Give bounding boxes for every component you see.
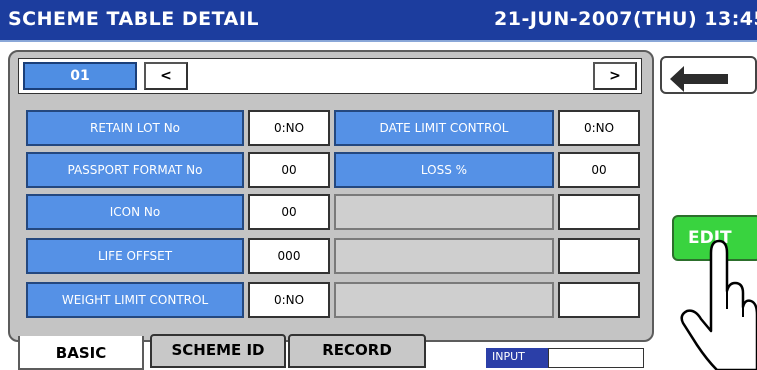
page-number-button[interactable]: 01 — [23, 62, 137, 90]
icon-no-label[interactable]: ICON No — [26, 194, 244, 230]
empty-label-slot — [334, 194, 554, 230]
prev-page-button[interactable]: < — [144, 62, 188, 90]
retain-lot-value[interactable]: 0:NO — [248, 110, 330, 146]
input-field[interactable] — [548, 348, 644, 368]
empty-value-slot — [558, 194, 640, 230]
empty-label-slot — [334, 282, 554, 318]
life-offset-value[interactable]: 000 — [248, 238, 330, 274]
back-button[interactable] — [660, 56, 757, 94]
tab-scheme-id[interactable]: SCHEME ID — [150, 334, 286, 368]
next-page-button[interactable]: > — [593, 62, 637, 90]
weight-limit-control-value[interactable]: 0:NO — [248, 282, 330, 318]
weight-limit-control-label[interactable]: WEIGHT LIMIT CONTROL — [26, 282, 244, 318]
pointing-hand-icon — [680, 239, 757, 370]
date-time: 21-JUN-2007(THU) 13:45 — [494, 8, 757, 30]
date-limit-control-value[interactable]: 0:NO — [558, 110, 640, 146]
title-bar: SCHEME TABLE DETAIL 21-JUN-2007(THU) 13:… — [0, 0, 757, 42]
empty-label-slot — [334, 238, 554, 274]
tab-basic[interactable]: BASIC — [18, 336, 144, 370]
input-label: INPUT — [486, 348, 548, 368]
date-limit-control-label[interactable]: DATE LIMIT CONTROL — [334, 110, 554, 146]
empty-value-slot — [558, 238, 640, 274]
passport-format-value[interactable]: 00 — [248, 152, 330, 188]
empty-value-slot — [558, 282, 640, 318]
passport-format-label[interactable]: PASSPORT FORMAT No — [26, 152, 244, 188]
icon-no-value[interactable]: 00 — [248, 194, 330, 230]
tab-record[interactable]: RECORD — [288, 334, 426, 368]
life-offset-label[interactable]: LIFE OFFSET — [26, 238, 244, 274]
return-arrow-icon — [670, 66, 728, 92]
retain-lot-label[interactable]: RETAIN LOT No — [26, 110, 244, 146]
loss-percent-label[interactable]: LOSS % — [334, 152, 554, 188]
page-title: SCHEME TABLE DETAIL — [8, 8, 259, 30]
loss-percent-value[interactable]: 00 — [558, 152, 640, 188]
